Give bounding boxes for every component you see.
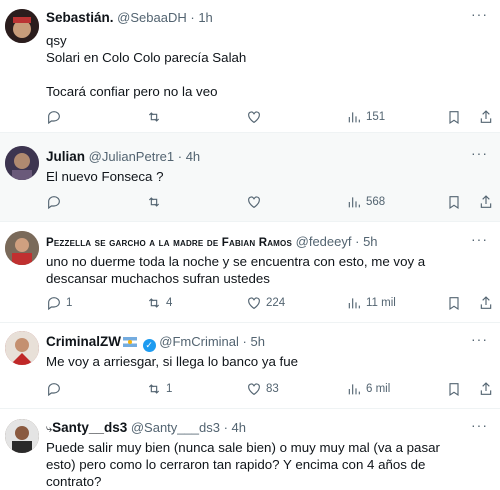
reply-button[interactable]: 1 [46,294,72,312]
tweet-text: El nuevo Fonseca ? [46,169,164,184]
share-icon [480,110,492,123]
more-options-icon[interactable]: ··· [471,6,488,22]
more-options-icon[interactable]: ··· [471,145,488,161]
bookmark-button[interactable] [446,108,462,126]
heart-icon [248,383,260,396]
share-icon [480,382,492,395]
author-handle[interactable]: @fedeeyf [296,234,352,249]
bookmark-icon [449,111,459,125]
retweet-icon [148,197,160,207]
author-name[interactable]: ⤷Santy__ds3 [46,420,127,435]
share-button[interactable] [478,108,494,126]
retweet-button[interactable]: 1 [146,380,172,398]
timestamp[interactable]: 4h [186,149,200,164]
separator: · [355,234,360,249]
author-name[interactable]: CriminalZW [46,334,121,349]
share-icon [480,195,492,208]
author-name[interactable]: Sebastián. [46,10,114,25]
bookmark-button[interactable] [446,193,462,211]
verified-badge-icon[interactable]: ✓ [142,339,156,352]
like-button[interactable]: 224 [246,294,285,312]
author-handle[interactable]: @FmCriminal [159,334,239,349]
retweet-count: 1 [166,383,173,395]
argentina-flag-icon [123,337,138,347]
avatar[interactable] [5,9,39,43]
like-button[interactable] [246,193,266,211]
timestamp[interactable]: 5h [251,334,265,349]
bookmark-icon [449,297,459,311]
retweet-icon [148,298,160,308]
tweet-text: uno no duerme toda la noche y se encuent… [46,254,429,286]
reply-button[interactable] [46,108,66,126]
avatar[interactable] [5,331,39,365]
heart-icon [248,111,260,124]
retweet-count: 4 [166,297,173,309]
views-button[interactable]: 568 [346,193,385,211]
reply-count: 1 [66,297,73,309]
tweet[interactable]: Julian @JulianPetre1 · 4h El nuevo Fonse… [0,133,500,222]
like-count: 224 [266,297,286,309]
views-icon [348,197,360,208]
share-icon [480,296,492,309]
views-count: 568 [366,196,386,208]
bookmark-icon [449,196,459,210]
timestamp[interactable]: 5h [363,234,377,249]
tweet-text: qsy Solari en Colo Colo parecía Salah To… [46,33,247,99]
views-icon [348,112,360,123]
retweet-button[interactable] [146,193,166,211]
reply-icon [48,196,60,210]
retweet-button[interactable] [146,108,166,126]
share-button[interactable] [478,193,494,211]
views-count: 6 mil [366,383,391,395]
separator: · [177,149,183,164]
timestamp[interactable]: 4h [232,420,246,435]
reply-icon [48,297,60,311]
avatar[interactable] [5,231,39,265]
tweet-text: Me voy a arriesgar, si llega lo banco ya… [46,354,299,369]
share-button[interactable] [478,380,494,398]
bookmark-button[interactable] [446,380,462,398]
avatar[interactable] [5,146,39,180]
reply-button[interactable] [46,380,66,398]
timestamp[interactable]: 1h [198,10,212,25]
views-icon [348,384,360,395]
share-button[interactable] [478,294,494,312]
heart-icon [248,196,260,209]
heart-icon [248,297,260,310]
author-handle[interactable]: @JulianPetre1 [89,149,174,164]
separator: · [190,10,195,25]
retweet-button[interactable]: 4 [146,294,172,312]
author-name[interactable]: Julian [46,149,85,164]
tweet[interactable]: CriminalZW ✓ @FmCriminal · 5h Me voy a a… [0,323,500,409]
separator: · [223,420,228,435]
author-handle[interactable]: @SebaaDH [117,10,187,25]
tweet-text: Puede salir muy bien (nunca sale bien) o… [46,440,444,489]
author-handle[interactable]: @Santy___ds3 [131,420,220,435]
tweet[interactable]: Sebastián. @SebaaDH · 1h qsy Solari en C… [0,0,500,133]
bookmark-icon [449,383,459,397]
tweet[interactable]: ⤷Santy__ds3 @Santy___ds3 · 4h Puede sali… [0,409,500,489]
views-button[interactable]: 6 mil [346,380,390,398]
retweet-icon [148,384,160,394]
views-count: 151 [366,111,386,123]
more-options-icon[interactable]: ··· [471,231,488,247]
reply-icon [48,383,60,397]
like-button[interactable]: 83 [246,380,279,398]
more-options-icon[interactable]: ··· [471,417,488,433]
tweet[interactable]: Pezzella se garcho a la madre de Fabian … [0,222,500,323]
views-button[interactable]: 151 [346,108,385,126]
reply-button[interactable] [46,193,66,211]
more-options-icon[interactable]: ··· [471,331,488,347]
like-button[interactable] [246,108,266,126]
views-count: 11 mil [366,297,396,309]
like-count: 83 [266,383,279,395]
avatar[interactable] [5,419,39,453]
views-icon [348,298,360,309]
bookmark-button[interactable] [446,294,462,312]
separator: · [242,334,247,349]
views-button[interactable]: 11 mil [346,294,396,312]
retweet-icon [148,112,160,122]
reply-icon [48,111,60,125]
author-name[interactable]: Pezzella se garcho a la madre de Fabian … [46,237,292,249]
